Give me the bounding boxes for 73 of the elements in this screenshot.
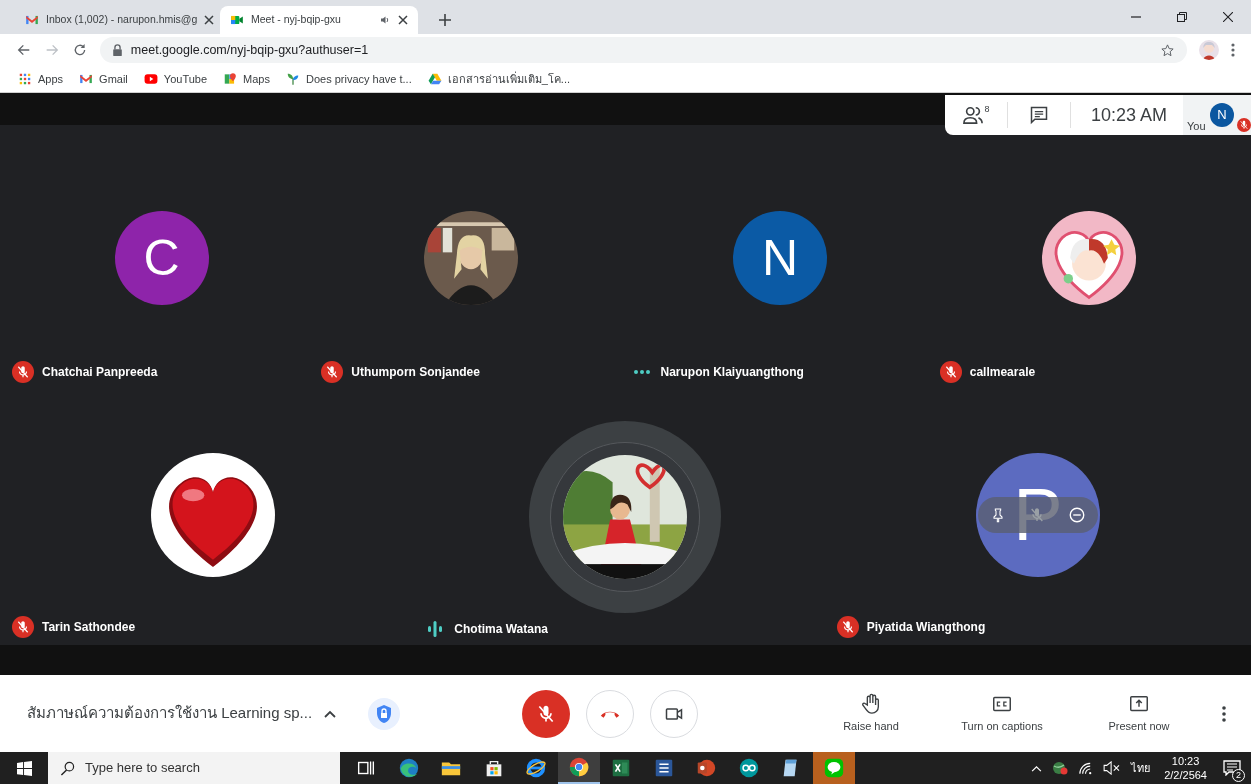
- camera-button[interactable]: [650, 689, 698, 738]
- participant-name: Tarin Sathondee: [42, 619, 136, 636]
- bookmark[interactable]: Gmail: [73, 68, 134, 90]
- close-icon[interactable]: [204, 15, 215, 25]
- gmail-icon: [25, 13, 39, 27]
- gmail-icon: [79, 72, 94, 86]
- self-avatar: N: [1210, 103, 1234, 127]
- lock-icon: [111, 44, 123, 56]
- shield-lock-icon: [375, 703, 393, 724]
- search-icon: [60, 760, 75, 776]
- more-menu-icon[interactable]: [1231, 43, 1235, 57]
- close-icon[interactable]: [398, 15, 408, 25]
- chrome-icon: [567, 756, 590, 778]
- leaf-icon: [285, 72, 300, 86]
- meeting-clock: 10:23 AM: [1091, 103, 1168, 127]
- taskbar-clock[interactable]: 10:23 2/2/2564: [1160, 754, 1211, 782]
- avatar: N: [733, 210, 828, 305]
- bookmark[interactable]: เอกสารอ่านเพิ่มเติม_โค...: [421, 68, 577, 90]
- address-bar[interactable]: meet.google.com/nyj-bqip-gxu?authuser=1: [99, 37, 1188, 63]
- participant-name: Piyatida Wiangthong: [866, 619, 986, 636]
- bookmark[interactable]: Maps: [217, 68, 276, 90]
- globe-ring-icon: [525, 757, 548, 779]
- participant-name: Narupon Klaiyuangthong: [660, 364, 804, 381]
- remove-icon[interactable]: [1067, 506, 1086, 524]
- toolbar-button[interactable]: Present now: [1089, 692, 1189, 735]
- browser-swirl-icon: [397, 757, 420, 779]
- network-error-icon[interactable]: [1052, 760, 1069, 776]
- windows-logo-icon: [16, 760, 32, 776]
- self-label: You: [1187, 118, 1206, 134]
- toolbar-button[interactable]: Turn on captions: [942, 692, 1062, 735]
- slides-icon: [695, 757, 718, 779]
- security-button[interactable]: [368, 697, 400, 730]
- participant-name: Chotima Watana: [454, 621, 548, 638]
- apps-grid-icon: [18, 72, 32, 86]
- play-icon: [143, 72, 158, 86]
- bookmark[interactable]: Apps: [12, 68, 70, 90]
- search-input[interactable]: Type here to search: [85, 758, 325, 778]
- bookmark-star-icon[interactable]: [1160, 42, 1176, 58]
- bookmark[interactable]: YouTube: [137, 68, 214, 90]
- map-pin-icon: [223, 72, 238, 86]
- infinity-icon: [737, 757, 760, 779]
- taskbar-app[interactable]: [557, 752, 600, 784]
- taskbar-app[interactable]: [812, 752, 855, 784]
- restore-icon[interactable]: [1177, 12, 1187, 22]
- taskbar-search-field[interactable]: Type here to search: [48, 752, 340, 784]
- new-tab-icon[interactable]: [438, 13, 452, 27]
- url-text: meet.google.com/nyj-bqip-gxu?authuser=1: [130, 41, 370, 59]
- wifi-icon[interactable]: [1078, 761, 1094, 775]
- avatar: C: [114, 210, 209, 305]
- microphone-button[interactable]: [522, 689, 570, 738]
- back-icon[interactable]: [16, 42, 32, 58]
- participant-name: Uthumporn Sonjandee: [351, 364, 480, 381]
- chat-bubble-icon: [822, 757, 845, 779]
- notification-icon[interactable]: [1223, 760, 1241, 776]
- people-icon[interactable]: [962, 105, 985, 125]
- caret-up-icon[interactable]: [324, 709, 337, 718]
- close-icon[interactable]: [1223, 12, 1233, 22]
- meeting-title: สัมภาษณ์ความต้องการใช้งาน Learning sp...: [27, 703, 313, 724]
- bookmark[interactable]: Does privacy have t...: [279, 68, 418, 90]
- participant-count: 8: [984, 105, 990, 114]
- chat-icon[interactable]: [1029, 105, 1049, 125]
- hand-icon: [860, 692, 882, 715]
- drive-icon: [427, 72, 442, 86]
- browser-tab[interactable]: Meet - nyj-bqip-gxu: [220, 6, 418, 34]
- muted-speaker-icon[interactable]: [1103, 761, 1122, 775]
- toolbar-button[interactable]: Raise hand: [821, 692, 921, 735]
- more-options-icon[interactable]: [1222, 705, 1226, 722]
- input-language[interactable]: ไทย: [1131, 759, 1151, 777]
- video-camera-icon: [230, 13, 244, 27]
- muted-mic-icon: [536, 703, 556, 724]
- notification-count: 2: [1232, 769, 1245, 782]
- participant-name: callmearale: [969, 364, 1036, 381]
- participant-name: Chatchai Panpreeda: [42, 364, 158, 381]
